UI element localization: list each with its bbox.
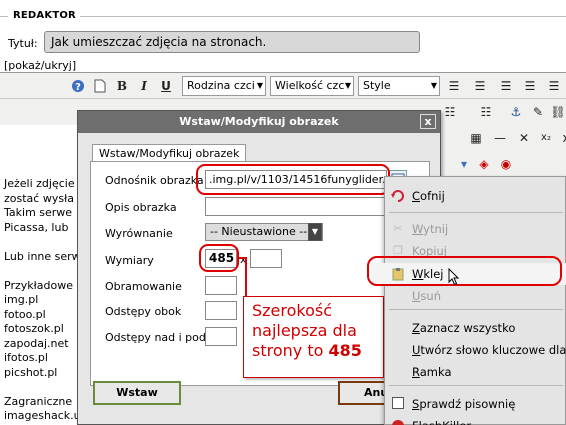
annotation-line-3-prefix: strony to <box>252 341 329 360</box>
title-label: Tytuł: <box>8 37 38 50</box>
align-center-icon[interactable]: ☰ <box>470 76 490 96</box>
dialog-title: Wstaw/Modyfikuj obrazek <box>179 115 339 128</box>
url-highlight-ring <box>196 164 390 195</box>
align-left-icon[interactable]: ☰ <box>444 76 464 96</box>
bold-button[interactable]: B <box>112 76 132 96</box>
menu-separator <box>389 212 563 213</box>
new-document-icon[interactable] <box>90 76 110 96</box>
border-input[interactable] <box>205 276 237 295</box>
context-menu-item-ramka[interactable]: Ramka <box>385 361 566 383</box>
context-menu-item-utwórz-słowo-kluczowe-dla-te[interactable]: Utwórz słowo kluczowe dla te <box>385 339 566 361</box>
vspace-label: Odstępy nad i pod <box>105 331 206 344</box>
annotation-connector <box>245 257 247 297</box>
context-menu-item-label: Cofnij <box>412 189 445 203</box>
show-hide-link[interactable]: [pokaż/ukryj] <box>4 59 76 72</box>
context-menu-item-cofnij[interactable]: Cofnij <box>385 185 566 207</box>
chevron-down-icon: ▼ <box>430 81 438 90</box>
style-value: Style <box>363 79 391 92</box>
insert-button[interactable]: Wstaw <box>93 381 181 405</box>
close-button[interactable]: x <box>420 114 436 129</box>
font-size-select[interactable]: Wielkość czc ▼ <box>270 76 354 96</box>
underline-button[interactable]: U <box>156 76 176 96</box>
header-divider-left <box>0 16 8 17</box>
chevron-down-icon: ▼ <box>256 81 264 90</box>
align-full-icon[interactable]: ☰ <box>544 76 564 96</box>
image-url-label: Odnośnik obrazka <box>105 174 204 187</box>
border-label: Obramowanie <box>105 280 182 293</box>
flashkiller-icon <box>391 419 405 425</box>
italic-button[interactable]: I <box>134 76 154 96</box>
menu-separator <box>389 385 563 386</box>
context-menu-item-label: Wytnij <box>412 222 449 236</box>
annotation-line-3: strony to 485 <box>252 341 375 361</box>
annotation-line-2: najlepsza dla <box>252 321 357 340</box>
media-icon[interactable]: ◉ <box>496 154 516 174</box>
height-input[interactable] <box>250 249 282 268</box>
width-highlight-ring <box>199 244 239 272</box>
alignment-select[interactable]: -- Nieustawione -- ▼ <box>205 223 323 241</box>
context-menu-item-label: Ramka <box>412 365 452 379</box>
font-size-value: Wielkość czc <box>275 79 345 92</box>
header-divider-right <box>80 16 566 17</box>
cleanup-icon[interactable]: ✎ <box>528 102 548 122</box>
context-menu-item-usuń: Usuń <box>385 285 566 307</box>
title-input-value: Jak umieszczać zdjęcia na stronach. <box>51 35 267 49</box>
link-icon[interactable]: ⛓ <box>548 102 566 122</box>
context-menu-item-label: FlashKiller <box>412 419 471 425</box>
section-title: REDAKTOR <box>13 10 76 21</box>
context-menu-item-label: Usuń <box>412 289 441 303</box>
help-icon[interactable]: ? <box>68 76 88 96</box>
style-select[interactable]: Style ▼ <box>358 76 440 96</box>
hspace-input[interactable] <box>205 301 237 320</box>
context-menu-item-sprawdź-pisownię[interactable]: Sprawdź pisownię <box>385 393 566 415</box>
editor-section-header: REDAKTOR <box>0 6 566 26</box>
tab-insert-modify-image[interactable]: Wstaw/Modyfikuj obrazek <box>92 144 247 162</box>
numbered-list-icon[interactable]: ☷ <box>476 102 496 122</box>
chevron-down-icon: ▼ <box>308 223 322 241</box>
html-source-icon[interactable]: ◈ <box>474 154 494 174</box>
image-description-input[interactable] <box>205 197 387 216</box>
insert-image-icon[interactable]: ▾ <box>454 154 474 174</box>
align-justify-icon[interactable]: ☰ <box>520 76 540 96</box>
dialog-titlebar[interactable]: Wstaw/Modyfikuj obrazek x <box>78 111 440 133</box>
checkbox-icon <box>391 397 405 411</box>
context-menu-item-label: Utwórz słowo kluczowe dla te <box>412 343 566 357</box>
svg-text:?: ? <box>75 82 81 93</box>
remove-format-icon[interactable]: ✕ <box>514 128 534 148</box>
bullet-list-icon[interactable]: ☷ <box>440 102 460 122</box>
annotation-line-1: Szerokość <box>252 301 333 320</box>
menu-separator <box>389 309 563 310</box>
editor-toolbar-row-1: ? B I U Rodzina czci ▼ Wielkość czc ▼ Styl… <box>0 73 566 99</box>
annotation-width-value: 485 <box>328 341 362 360</box>
alignment-label: Wyrównanie <box>105 227 173 240</box>
context-menu-item-wytnij: ✂ Wytnij <box>385 218 566 240</box>
cut-icon: ✂ <box>393 222 403 235</box>
editor-toolbar-row-4: ▾ ◈ ◉ <box>440 151 566 177</box>
context-menu-item-flashkiller[interactable]: FlashKiller <box>385 415 566 425</box>
title-input[interactable]: Jak umieszczać zdjęcia na stronach. <box>44 31 420 53</box>
paste-highlight-ring <box>367 256 562 286</box>
table-icon[interactable]: ▦ <box>466 128 486 148</box>
context-menu-item-label: Sprawdź pisownię <box>412 397 516 411</box>
superscript-icon[interactable]: x <box>556 128 566 148</box>
context-menu-item-zaznacz-wszystko[interactable]: Zaznacz wszystko <box>385 317 566 339</box>
vspace-input[interactable] <box>205 327 237 346</box>
context-menu-item-label: Zaznacz wszystko <box>412 321 516 335</box>
anchor-icon[interactable]: ⚓ <box>506 102 526 122</box>
annotation-callout: Szerokość najlepsza dla strony to 485 <box>243 296 384 378</box>
editor-toolbar-row-3: ▦ — ✕ x₂ x <box>420 125 566 151</box>
alignment-value: -- Nieustawione -- <box>210 225 308 238</box>
context-menu: Cofnij ✂ Wytnij ❐ Kopiuj Wklej Usuń Zaznacz wsz… <box>371 176 566 425</box>
dimensions-label: Wymiary <box>105 254 154 267</box>
hr-icon[interactable]: — <box>490 128 510 148</box>
chevron-down-icon: ▼ <box>344 81 352 90</box>
image-description-label: Opis obrazka <box>105 201 177 214</box>
align-right-icon[interactable]: ☰ <box>496 76 516 96</box>
hspace-label: Odstępy obok <box>105 305 182 318</box>
font-family-select[interactable]: Rodzina czci ▼ <box>182 76 266 96</box>
subscript-icon[interactable]: x₂ <box>536 128 556 148</box>
undo-icon <box>391 189 405 203</box>
font-family-value: Rodzina czci <box>187 79 255 92</box>
mouse-cursor-icon <box>448 268 460 286</box>
